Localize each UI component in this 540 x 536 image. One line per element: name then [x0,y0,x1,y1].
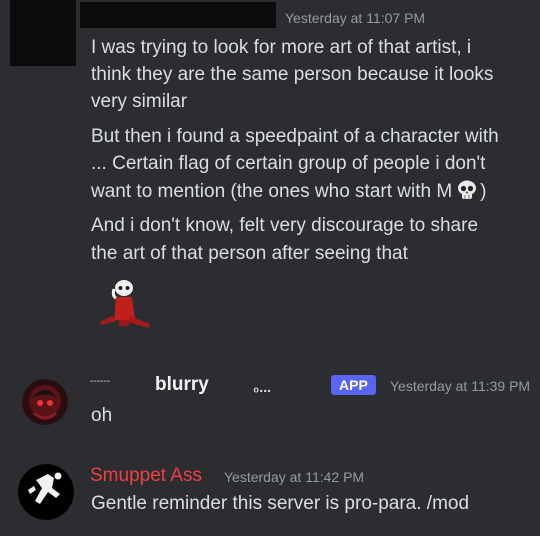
message-line-text: ) [480,181,487,202]
message-line: ... Certain flag of certain group of peo… [91,153,486,174]
skull-emoji-icon [458,180,477,199]
message-timestamp[interactable]: Yesterday at 11:39 PM [390,378,530,394]
message-line: I was trying to look for more art of tha… [91,37,472,58]
message-line: But then i found a speedpaint of a chara… [91,126,499,147]
username-prefix: ------ [90,376,110,387]
avatar[interactable] [22,379,68,425]
message-timestamp[interactable]: Yesterday at 11:42 PM [224,469,364,485]
app-badge: APP [331,375,376,395]
username[interactable]: blurry [155,374,209,396]
message-line: think they are the same person because i… [91,64,494,85]
message-text: Gentle reminder this server is pro-para.… [91,493,470,514]
username-suffix: ₀... [253,379,271,395]
message-line-text: want to mention (the ones who start with… [91,181,453,202]
character-sticker-image[interactable] [92,276,156,340]
message-line: very similar [91,91,188,112]
avatar-redacted[interactable] [10,0,76,66]
message-text: oh [91,405,113,426]
avatar[interactable] [18,464,74,520]
username[interactable]: Smuppet Ass [90,465,202,487]
username-redacted[interactable] [80,2,276,28]
message-timestamp[interactable]: Yesterday at 11:07 PM [285,10,425,26]
message-line: the art of that person after seeing that [91,243,408,264]
message-line: want to mention (the ones who start with… [91,178,487,206]
message-line: And i don't know, felt very discourage t… [91,215,479,236]
